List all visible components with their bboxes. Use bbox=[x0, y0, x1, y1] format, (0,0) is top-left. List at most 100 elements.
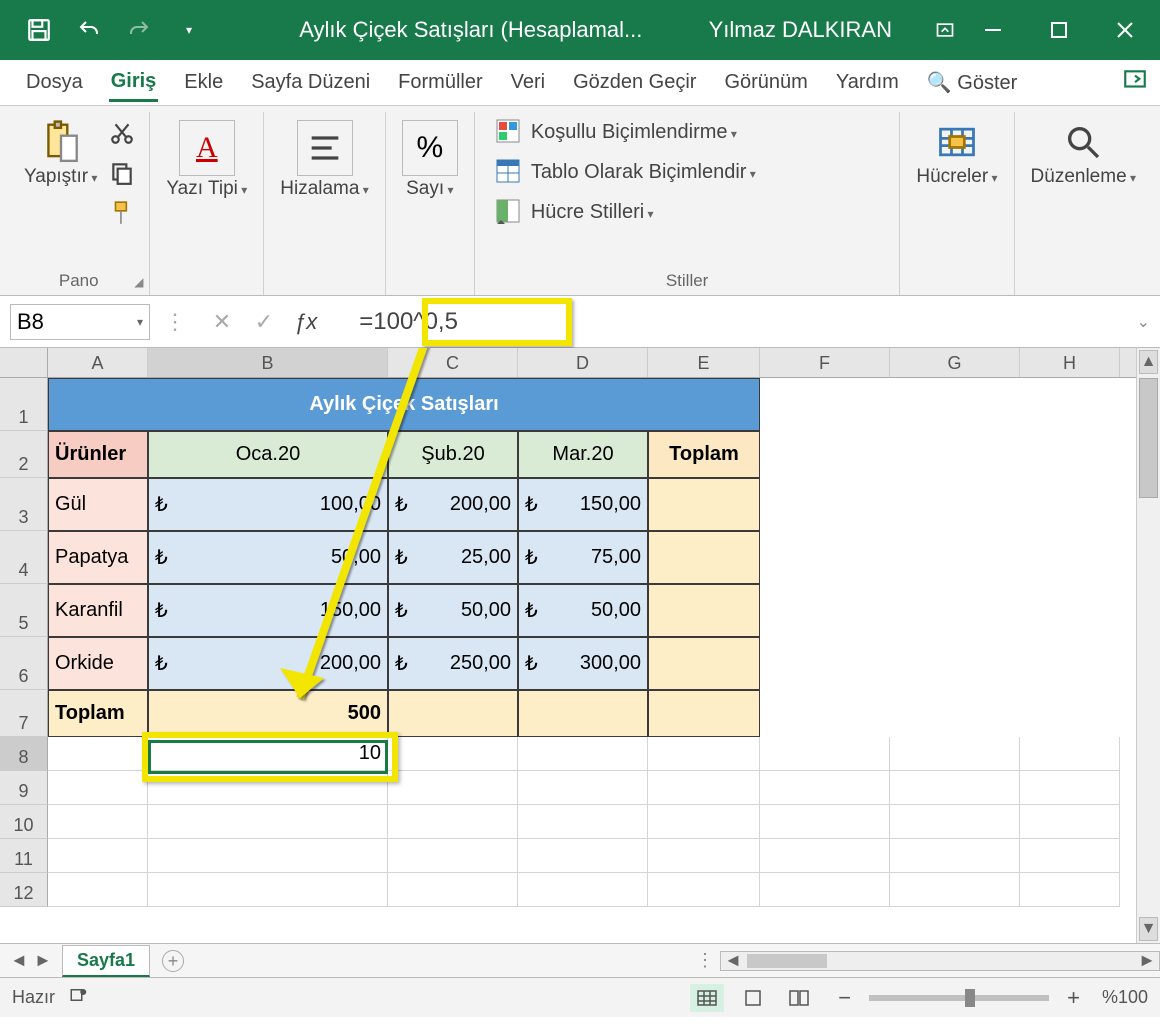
data-cell[interactable]: ₺200,00 bbox=[148, 637, 388, 690]
tab-help[interactable]: Yardım bbox=[834, 65, 901, 100]
next-sheet-icon[interactable]: ► bbox=[34, 950, 52, 971]
data-cell[interactable]: ₺50,00 bbox=[148, 531, 388, 584]
data-cell[interactable]: ₺50,00 bbox=[518, 584, 648, 637]
sheet-tab-1[interactable]: Sayfa1 bbox=[62, 945, 150, 977]
cell-styles-button[interactable]: Hücre Stilleri bbox=[495, 198, 654, 226]
zoom-level[interactable]: %100 bbox=[1102, 987, 1148, 1008]
header-products[interactable]: Ürünler bbox=[48, 431, 148, 478]
row-header-11[interactable]: 11 bbox=[0, 839, 48, 873]
tab-home[interactable]: Giriş bbox=[109, 64, 159, 102]
macro-record-icon[interactable] bbox=[67, 986, 89, 1009]
total-cell[interactable] bbox=[648, 531, 760, 584]
close-button[interactable] bbox=[1110, 15, 1140, 45]
total-cell[interactable] bbox=[648, 637, 760, 690]
header-month-2[interactable]: Şub.20 bbox=[388, 431, 518, 478]
fx-icon[interactable]: ƒx bbox=[294, 309, 317, 335]
col-header-B[interactable]: B bbox=[148, 348, 388, 377]
product-cell[interactable]: Karanfil bbox=[48, 584, 148, 637]
data-cell[interactable]: ₺200,00 bbox=[388, 478, 518, 531]
data-cell[interactable]: ₺50,00 bbox=[388, 584, 518, 637]
prev-sheet-icon[interactable]: ◄ bbox=[10, 950, 28, 971]
row-header-2[interactable]: 2 bbox=[0, 431, 48, 478]
row-header-4[interactable]: 4 bbox=[0, 531, 48, 584]
number-button[interactable]: % Sayı bbox=[396, 114, 464, 200]
clipboard-dialog-launcher-icon[interactable]: ◢ bbox=[134, 275, 143, 289]
name-box[interactable]: B8▾ bbox=[10, 304, 150, 340]
editing-button[interactable]: Düzenleme bbox=[1025, 114, 1142, 188]
zoom-slider[interactable] bbox=[869, 995, 1049, 1001]
cancel-formula-icon[interactable]: ✕ bbox=[208, 308, 236, 336]
conditional-formatting-button[interactable]: Koşullu Biçimlendirme bbox=[495, 118, 737, 146]
data-cell[interactable]: ₺150,00 bbox=[148, 584, 388, 637]
cells-button[interactable]: Hücreler bbox=[910, 114, 1003, 188]
format-as-table-button[interactable]: Tablo Olarak Biçimlendir bbox=[495, 158, 756, 186]
cut-icon[interactable] bbox=[109, 120, 139, 150]
header-month-3[interactable]: Mar.20 bbox=[518, 431, 648, 478]
zoom-out-icon[interactable]: − bbox=[838, 985, 851, 1011]
select-all-corner[interactable] bbox=[0, 348, 48, 377]
format-painter-icon[interactable] bbox=[109, 200, 139, 230]
tab-data[interactable]: Veri bbox=[509, 65, 547, 100]
sum-cell-b7[interactable]: 500 bbox=[148, 690, 388, 737]
product-cell[interactable]: Orkide bbox=[48, 637, 148, 690]
col-header-D[interactable]: D bbox=[518, 348, 648, 377]
cell[interactable] bbox=[48, 737, 148, 771]
alignment-button[interactable]: Hizalama bbox=[274, 114, 375, 200]
col-header-G[interactable]: G bbox=[890, 348, 1020, 377]
undo-icon[interactable] bbox=[75, 16, 103, 44]
col-header-F[interactable]: F bbox=[760, 348, 890, 377]
horizontal-scrollbar[interactable]: ◄ ► bbox=[720, 951, 1160, 971]
tab-view[interactable]: Görünüm bbox=[722, 65, 809, 100]
tab-page-layout[interactable]: Sayfa Düzeni bbox=[249, 65, 372, 100]
copy-icon[interactable] bbox=[109, 160, 139, 190]
sum-cell[interactable] bbox=[518, 690, 648, 737]
data-cell[interactable]: ₺150,00 bbox=[518, 478, 648, 531]
tell-me-search[interactable]: 🔍 Göster bbox=[925, 64, 1020, 101]
col-header-E[interactable]: E bbox=[648, 348, 760, 377]
spreadsheet-grid[interactable]: A B C D E F G H 1 Aylık Çiçek Satışları … bbox=[0, 348, 1136, 943]
formula-input[interactable]: =100^0,5 bbox=[329, 304, 1150, 340]
tab-insert[interactable]: Ekle bbox=[182, 65, 225, 100]
scroll-left-icon[interactable]: ◄ bbox=[721, 950, 745, 971]
share-button[interactable] bbox=[1122, 67, 1148, 99]
header-total[interactable]: Toplam bbox=[648, 431, 760, 478]
qat-dropdown-icon[interactable]: ▾ bbox=[175, 16, 203, 44]
row-header-7[interactable]: 7 bbox=[0, 690, 48, 737]
row-header-6[interactable]: 6 bbox=[0, 637, 48, 690]
row-header-8[interactable]: 8 bbox=[0, 737, 48, 771]
col-header-A[interactable]: A bbox=[48, 348, 148, 377]
add-sheet-button[interactable]: + bbox=[162, 950, 184, 972]
zoom-thumb[interactable] bbox=[965, 989, 975, 1007]
scroll-up-icon[interactable]: ▲ bbox=[1139, 350, 1158, 374]
tab-formulas[interactable]: Formüller bbox=[396, 65, 484, 100]
product-cell[interactable]: Papatya bbox=[48, 531, 148, 584]
row-header-3[interactable]: 3 bbox=[0, 478, 48, 531]
data-cell[interactable]: ₺100,00 bbox=[148, 478, 388, 531]
font-button[interactable]: A Yazı Tipi bbox=[160, 114, 253, 200]
scroll-right-icon[interactable]: ► bbox=[1135, 950, 1159, 971]
row-total-label[interactable]: Toplam bbox=[48, 690, 148, 737]
col-header-H[interactable]: H bbox=[1020, 348, 1120, 377]
selected-cell-b8[interactable]: 10 bbox=[148, 737, 388, 771]
tab-review[interactable]: Gözden Geçir bbox=[571, 65, 698, 100]
vertical-scrollbar[interactable]: ▲ ▼ bbox=[1136, 348, 1160, 943]
tab-file[interactable]: Dosya bbox=[24, 65, 85, 100]
header-month-1[interactable]: Oca.20 bbox=[148, 431, 388, 478]
paste-button[interactable]: Yapıştır bbox=[18, 114, 103, 188]
row-header-9[interactable]: 9 bbox=[0, 771, 48, 805]
zoom-in-icon[interactable]: + bbox=[1067, 985, 1080, 1011]
expand-formula-bar-icon[interactable]: ⌄ bbox=[1137, 312, 1150, 332]
row-header-12[interactable]: 12 bbox=[0, 873, 48, 907]
data-cell[interactable]: ₺250,00 bbox=[388, 637, 518, 690]
view-page-break-icon[interactable] bbox=[782, 984, 816, 1012]
view-page-layout-icon[interactable] bbox=[736, 984, 770, 1012]
view-normal-icon[interactable] bbox=[690, 984, 724, 1012]
sum-cell[interactable] bbox=[388, 690, 518, 737]
maximize-button[interactable] bbox=[1044, 15, 1074, 45]
tab-scroll-grip-icon[interactable]: ⋮ bbox=[696, 950, 714, 971]
col-header-C[interactable]: C bbox=[388, 348, 518, 377]
data-cell[interactable]: ₺75,00 bbox=[518, 531, 648, 584]
table-title-cell[interactable]: Aylık Çiçek Satışları bbox=[48, 378, 760, 431]
row-header-5[interactable]: 5 bbox=[0, 584, 48, 637]
total-cell[interactable] bbox=[648, 584, 760, 637]
